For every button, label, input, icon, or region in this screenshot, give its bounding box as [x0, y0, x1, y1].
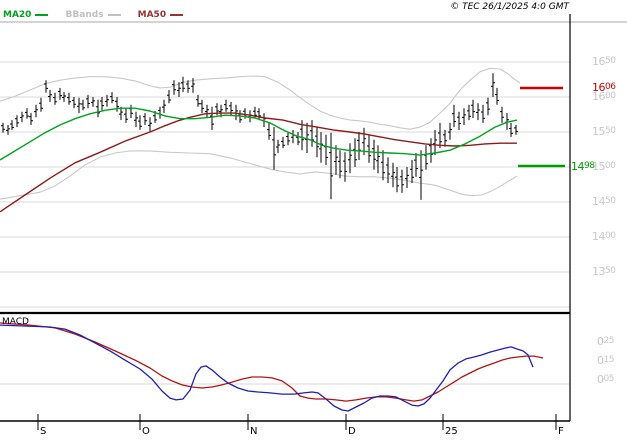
macd-axis-label: 005	[597, 373, 614, 386]
month-label: S	[40, 426, 47, 437]
price-axis-label: 1350	[592, 265, 616, 278]
price-axis-label: 1400	[592, 230, 616, 243]
bollinger-lower-line	[0, 150, 518, 200]
price-axis-label: 1450	[592, 195, 616, 208]
month-label: N	[250, 426, 258, 437]
month-label: D	[348, 426, 356, 437]
month-label: O	[142, 426, 150, 437]
macd-signal-line	[0, 322, 544, 402]
price-axis-label: 1600	[592, 90, 616, 103]
chart-canvas	[0, 14, 627, 430]
stock-chart: MA20 BBands MA50 © TEC 26/1/2025 4:0 GMT…	[0, 0, 627, 440]
macd-axis-label: 025	[597, 335, 614, 348]
ma50-line	[0, 112, 517, 213]
macd-axis-label: 015	[597, 354, 614, 367]
price-axis-label: 1500	[592, 160, 616, 173]
support-level-label: 1498	[571, 160, 595, 173]
price-axis-label: 1550	[592, 125, 616, 138]
month-label: F	[558, 426, 564, 437]
month-label: 25	[445, 426, 458, 437]
candlesticks	[1, 73, 518, 200]
macd-panel-title: MACD	[2, 317, 29, 327]
price-axis-label: 1650	[592, 55, 616, 68]
macd-line	[0, 324, 534, 412]
